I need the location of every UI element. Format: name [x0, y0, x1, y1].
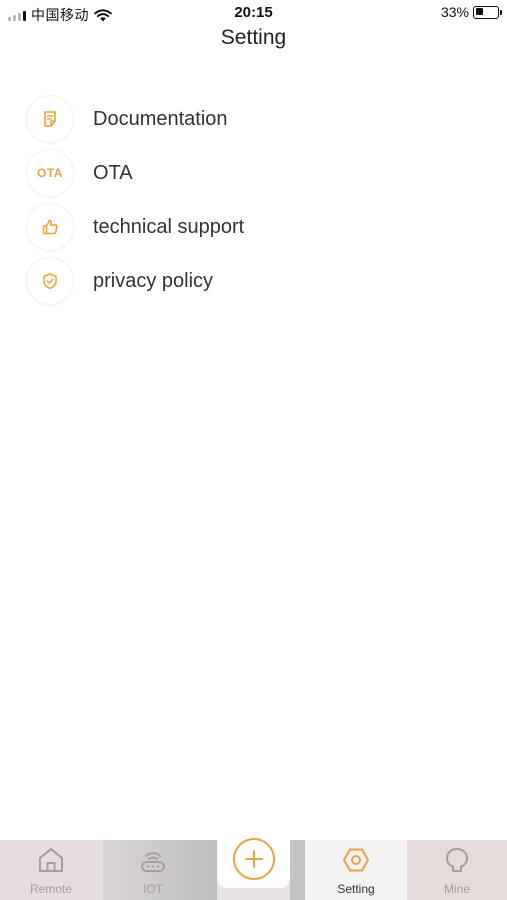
header: Setting — [0, 24, 507, 54]
status-bar: 中国移动 20:15 33% — [0, 0, 507, 26]
tab-remote[interactable]: Remote — [0, 840, 102, 900]
hexagon-nut-icon — [341, 846, 371, 874]
status-right: 33% — [440, 4, 502, 20]
user-head-icon — [442, 846, 472, 874]
menu-item-label: technical support — [93, 215, 245, 238]
page-title: Setting — [220, 26, 287, 49]
menu-item-label: Documentation — [93, 107, 228, 130]
tab-bar: Remote IOT Setting Mine — [0, 836, 507, 900]
menu-item-label: OTA — [93, 161, 133, 184]
tab-mine[interactable]: Mine — [407, 840, 507, 900]
battery-icon — [473, 5, 502, 19]
tab-label: Mine — [443, 882, 470, 896]
router-icon — [138, 846, 168, 874]
shield-check-icon — [26, 257, 74, 305]
screen: 中国移动 20:15 33% Setting Documentation OTA… — [0, 0, 507, 900]
tab-label: Remote — [29, 882, 73, 896]
tab-label: IOT — [143, 882, 163, 896]
tab-label: Setting — [337, 882, 375, 896]
menu-item-privacy-policy[interactable]: privacy policy — [0, 254, 507, 308]
menu-item-technical-support[interactable]: technical support — [0, 200, 507, 254]
document-icon — [26, 95, 74, 143]
thumbs-up-icon — [26, 203, 74, 251]
home-icon — [36, 846, 66, 874]
battery-percent: 33% — [440, 4, 469, 20]
ota-icon: OTA — [26, 149, 74, 197]
add-button[interactable] — [217, 836, 290, 888]
add-circle-icon — [232, 838, 275, 880]
battery-fill — [475, 8, 483, 15]
status-time: 20:15 — [234, 4, 273, 21]
menu-item-label: privacy policy — [93, 269, 214, 292]
settings-menu: Documentation OTA OTA technical support — [0, 92, 507, 308]
ota-icon-text: OTA — [37, 166, 63, 180]
tab-iot[interactable]: IOT — [102, 840, 204, 900]
menu-item-documentation[interactable]: Documentation — [0, 92, 507, 146]
tab-setting[interactable]: Setting — [305, 840, 407, 900]
menu-item-ota[interactable]: OTA OTA — [0, 146, 507, 200]
